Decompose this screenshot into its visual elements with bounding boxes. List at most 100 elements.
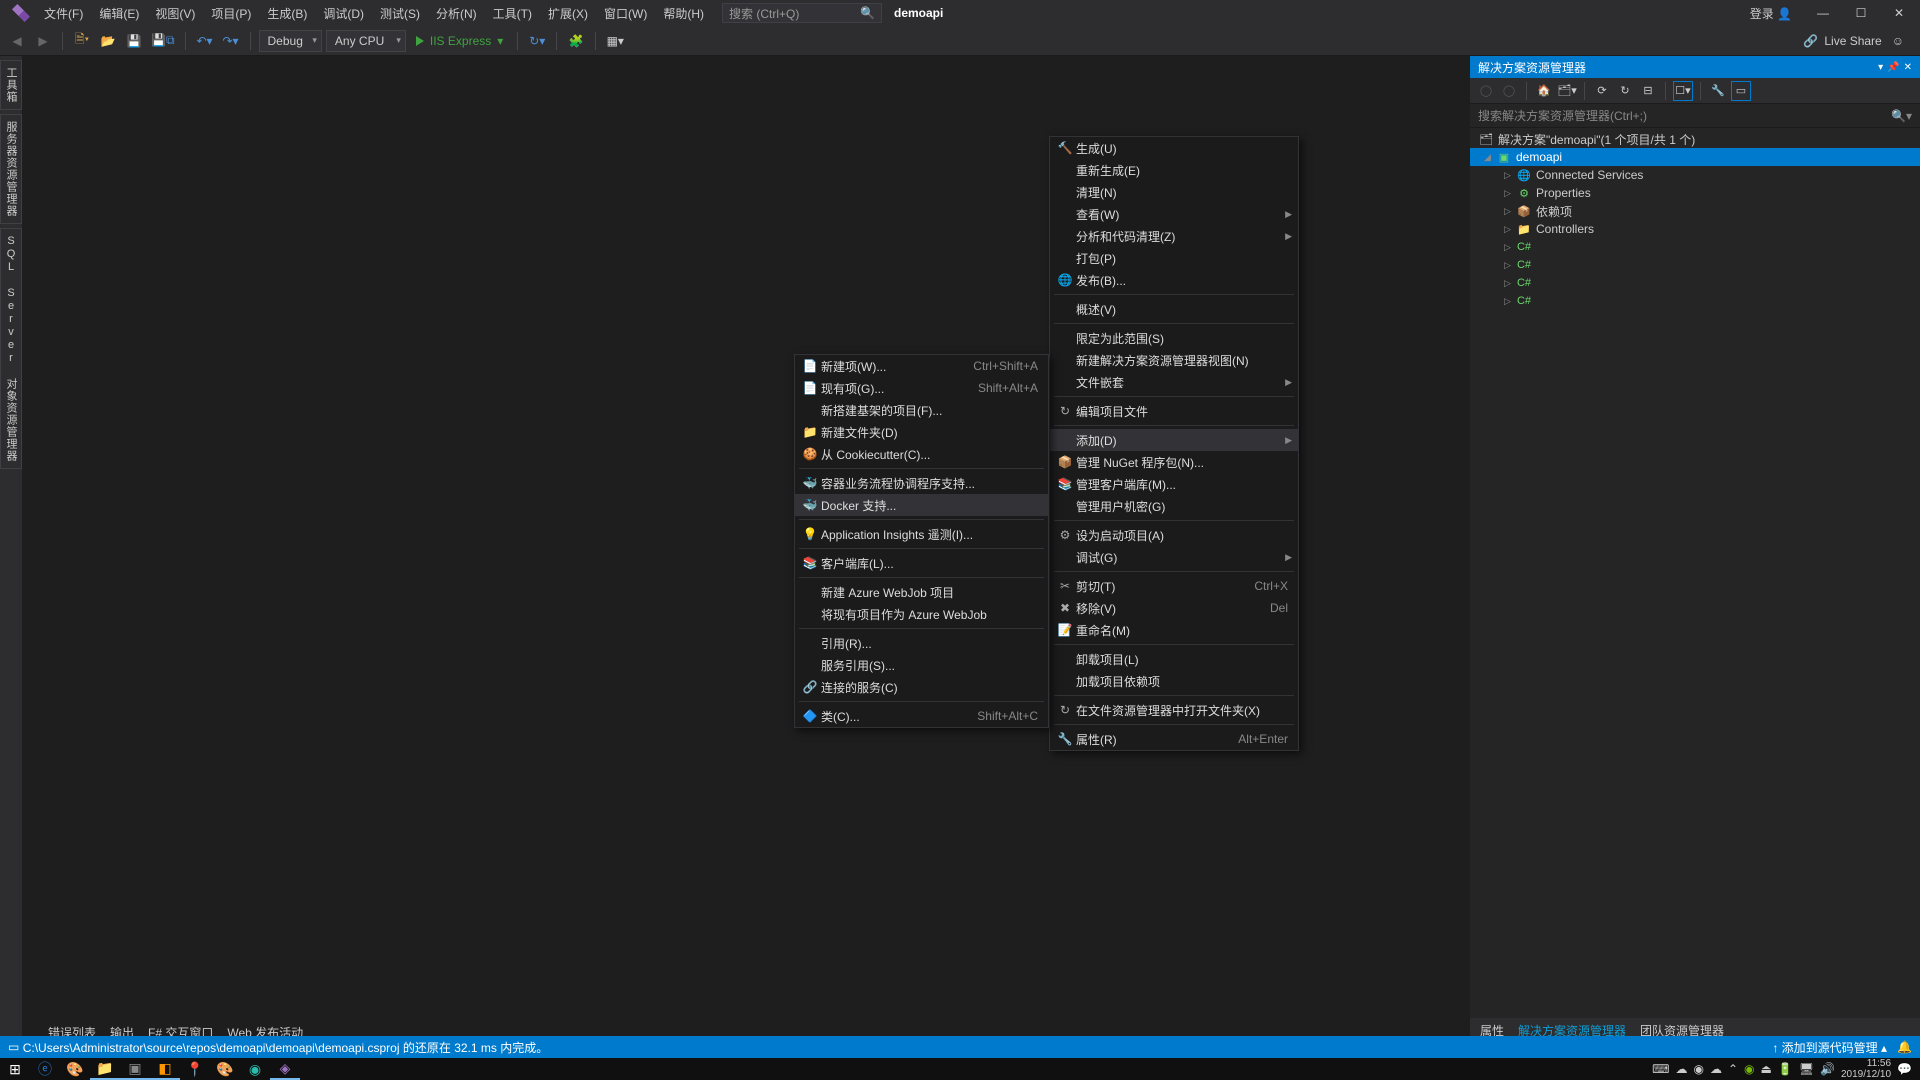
tray-usb-icon[interactable]: ⏏ (1761, 1062, 1772, 1076)
open-file-button[interactable]: 📂 (97, 30, 119, 52)
minimize-button[interactable]: — (1808, 3, 1838, 23)
source-control-button[interactable]: ↑ 添加到源代码管理 ▴ (1772, 1039, 1887, 1056)
vs-taskbar-icon[interactable]: ◈ (270, 1058, 300, 1080)
menu-project[interactable]: 项目(P) (203, 1, 259, 26)
terminal-icon[interactable]: ▣ (120, 1058, 150, 1080)
layers-button[interactable]: ▦▾ (604, 30, 626, 52)
ctx-item[interactable]: 📦管理 NuGet 程序包(N)... (1050, 451, 1298, 473)
live-share-button[interactable]: 🔗 Live Share (1803, 34, 1881, 48)
menu-help[interactable]: 帮助(H) (655, 1, 712, 26)
ctx-item[interactable]: 🔷类(C)...Shift+Alt+C (795, 705, 1048, 727)
ctx-item[interactable]: ⚙设为启动项目(A) (1050, 524, 1298, 546)
menu-extensions[interactable]: 扩展(X) (540, 1, 596, 26)
tree-item[interactable]: ▷C# (1470, 274, 1920, 292)
tray-power-icon[interactable]: 🔋 (1778, 1062, 1793, 1076)
project-node[interactable]: ◢ ▣ demoapi (1470, 148, 1920, 166)
ctx-item[interactable]: 分析和代码清理(Z)▶ (1050, 225, 1298, 247)
expand-icon[interactable]: ▷ (1504, 296, 1516, 307)
tree-item[interactable]: ▷C# (1470, 238, 1920, 256)
tree-item[interactable]: ▷⚙Properties (1470, 184, 1920, 202)
save-button[interactable]: 💾 (123, 30, 145, 52)
tray-vpn-icon[interactable]: ◉ (1693, 1062, 1703, 1076)
menu-edit[interactable]: 编辑(E) (91, 1, 147, 26)
tree-item[interactable]: ▷C# (1470, 292, 1920, 310)
edge-dev-icon[interactable]: ◉ (240, 1058, 270, 1080)
ctx-item[interactable]: ↻在文件资源管理器中打开文件夹(X) (1050, 699, 1298, 721)
tree-item[interactable]: ▷🌐Connected Services (1470, 166, 1920, 184)
notifications-icon[interactable]: 🔔 (1897, 1040, 1912, 1054)
ctx-item[interactable]: 📄现有项(G)...Shift+Alt+A (795, 377, 1048, 399)
menu-test[interactable]: 测试(S) (372, 1, 428, 26)
ctx-item[interactable]: 📁新建文件夹(D) (795, 421, 1048, 443)
se-back-button[interactable]: ◯ (1476, 81, 1496, 101)
menu-tools[interactable]: 工具(T) (485, 1, 540, 26)
ctx-item[interactable]: 加载项目依赖项 (1050, 670, 1298, 692)
pin-icon[interactable]: 📍 (180, 1058, 210, 1080)
expand-icon[interactable]: ▷ (1504, 224, 1516, 235)
paint-icon[interactable]: 🎨 (60, 1058, 90, 1080)
se-collapse-button[interactable]: ⊟ (1638, 81, 1658, 101)
new-project-button[interactable]: 🗎▾ (71, 30, 93, 52)
sign-in-button[interactable]: 登录 👤 (1742, 1, 1800, 26)
maximize-button[interactable]: ☐ (1846, 3, 1876, 23)
undo-button[interactable]: ↶▾ (194, 30, 216, 52)
se-preview-button[interactable]: ▭ (1731, 81, 1751, 101)
ctx-item[interactable]: 🐳容器业务流程协调程序支持... (795, 472, 1048, 494)
palette-icon[interactable]: 🎨 (210, 1058, 240, 1080)
quick-search[interactable]: 搜索 (Ctrl+Q) 🔍 (722, 3, 882, 23)
tray-notifications-icon[interactable]: 💬 (1897, 1062, 1912, 1076)
panel-pin-icon[interactable]: 📌 (1887, 62, 1899, 73)
ctx-item[interactable]: 新搭建基架的项目(F)... (795, 399, 1048, 421)
ctx-item[interactable]: 打包(P) (1050, 247, 1298, 269)
tray-clock[interactable]: 11:56 2019/12/10 (1841, 1058, 1891, 1080)
start-button[interactable]: ⊞ (0, 1058, 30, 1080)
tree-item[interactable]: ▷📁Controllers (1470, 220, 1920, 238)
forward-button[interactable]: ▶ (32, 30, 54, 52)
expand-icon[interactable]: ▷ (1504, 242, 1516, 253)
expand-icon[interactable]: ◢ (1484, 152, 1496, 163)
expand-icon[interactable]: ▷ (1504, 260, 1516, 271)
platform-combo[interactable]: Any CPU (326, 30, 406, 52)
expand-icon[interactable]: ▷ (1504, 206, 1516, 217)
ctx-item[interactable]: 服务引用(S)... (795, 654, 1048, 676)
ctx-item[interactable]: 🔧属性(R)Alt+Enter (1050, 728, 1298, 750)
ctx-item[interactable]: 调试(G)▶ (1050, 546, 1298, 568)
close-button[interactable]: ✕ (1884, 3, 1914, 23)
ctx-item[interactable]: 概述(V) (1050, 298, 1298, 320)
server-explorer-tab[interactable]: 服务器资源管理器 (0, 114, 22, 224)
explorer-icon[interactable]: 📁 (90, 1058, 120, 1080)
expand-icon[interactable]: ▷ (1504, 170, 1516, 181)
ctx-item[interactable]: 🐳Docker 支持... (795, 494, 1048, 516)
back-button[interactable]: ◀ (6, 30, 28, 52)
menu-file[interactable]: 文件(F) (36, 1, 91, 26)
panel-dropdown-icon[interactable]: ▾ (1878, 62, 1883, 73)
se-show-all-button[interactable]: ☐▾ (1673, 81, 1693, 101)
feedback-button[interactable]: ☺ (1892, 34, 1904, 48)
ctx-item[interactable]: 查看(W)▶ (1050, 203, 1298, 225)
ctx-item[interactable]: 🌐发布(B)... (1050, 269, 1298, 291)
ctx-item[interactable]: 引用(R)... (795, 632, 1048, 654)
ctx-item[interactable]: 🔨生成(U) (1050, 137, 1298, 159)
ctx-item[interactable]: 💡Application Insights 遥测(I)... (795, 523, 1048, 545)
ctx-item[interactable]: 将现有项目作为 Azure WebJob (795, 603, 1048, 625)
extensions-button[interactable]: 🧩 (565, 30, 587, 52)
se-sync-button[interactable]: ⟳ (1592, 81, 1612, 101)
menu-debug[interactable]: 调试(D) (315, 1, 372, 26)
ctx-item[interactable]: 新建 Azure WebJob 项目 (795, 581, 1048, 603)
ctx-item[interactable]: 📝重命名(M) (1050, 619, 1298, 641)
ctx-item[interactable]: 新建解决方案资源管理器视图(N) (1050, 349, 1298, 371)
tray-onedrive-icon[interactable]: ☁ (1710, 1062, 1722, 1076)
se-refresh-button[interactable]: ↻ (1615, 81, 1635, 101)
expand-icon[interactable]: ▷ (1504, 278, 1516, 289)
menu-build[interactable]: 生成(B) (259, 1, 315, 26)
ctx-item[interactable]: 📚客户端库(L)... (795, 552, 1048, 574)
ctx-item[interactable]: ↻编辑项目文件 (1050, 400, 1298, 422)
run-button[interactable]: IIS Express ▾ (410, 34, 509, 48)
se-switch-button[interactable]: 🗂▾ (1557, 81, 1577, 101)
browser-link-button[interactable]: ↻▾ (526, 30, 548, 52)
tree-item[interactable]: ▷📦依赖项 (1470, 202, 1920, 220)
ctx-item[interactable]: 📚管理客户端库(M)... (1050, 473, 1298, 495)
ctx-item[interactable]: ✂剪切(T)Ctrl+X (1050, 575, 1298, 597)
panel-close-icon[interactable]: ✕ (1904, 62, 1912, 73)
toolbox-tab[interactable]: 工具箱 (0, 60, 22, 110)
